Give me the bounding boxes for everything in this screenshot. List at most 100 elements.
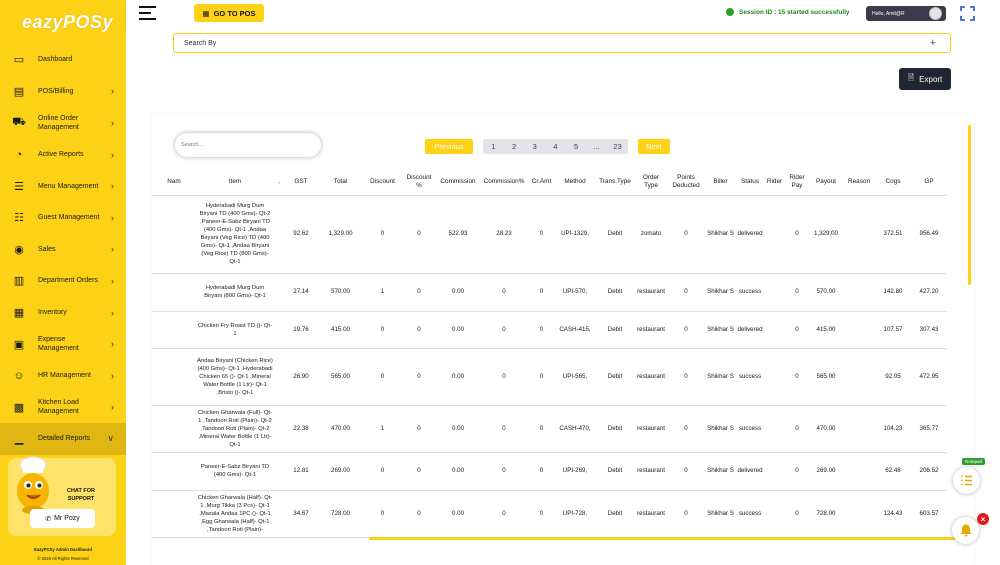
sidebar-item-department-orders[interactable]: ▥ Department Orders › bbox=[0, 265, 126, 297]
table-cell: 0.00 bbox=[436, 405, 480, 453]
table-cell: success bbox=[736, 273, 764, 312]
table-cell: 0 bbox=[667, 273, 705, 312]
table-cell: 0 bbox=[528, 195, 555, 274]
column-header[interactable]: Payout bbox=[809, 169, 843, 196]
column-header[interactable]: GST bbox=[284, 169, 318, 196]
previous-page-button[interactable]: Previous bbox=[425, 139, 473, 154]
table-cell: 0 bbox=[528, 490, 555, 538]
sidebar-item-hr-management[interactable]: ☺ HR Management › bbox=[0, 360, 126, 392]
session-text: Session ID : 15 started successfully bbox=[739, 8, 850, 16]
table-cell: 0 bbox=[402, 311, 436, 349]
table-cell: 0 bbox=[785, 311, 809, 349]
page-number-button[interactable]: 23 bbox=[607, 139, 628, 154]
column-header[interactable]: Points Deducted bbox=[667, 169, 705, 196]
table-cell: 1 bbox=[363, 405, 402, 453]
column-header[interactable]: Nam bbox=[152, 169, 196, 196]
table-cell: delivered bbox=[736, 195, 764, 274]
export-button[interactable]: 🗎 Export bbox=[899, 68, 951, 90]
sidebar-item-guest-management[interactable]: ☷ Guest Management › bbox=[0, 202, 126, 234]
column-header[interactable]: Cr.Amt bbox=[528, 169, 555, 196]
table-cell: 0 bbox=[402, 195, 436, 274]
sidebar-item-menu-management[interactable]: ☰ Menu Management › bbox=[0, 170, 126, 202]
page-number-button[interactable]: 5 bbox=[566, 139, 587, 154]
chevron-right-icon: › bbox=[111, 86, 114, 97]
table-cell: Shikhar S bbox=[705, 311, 736, 349]
close-icon[interactable]: × bbox=[977, 513, 989, 525]
table-row[interactable]: Hyderabadi Murg Dum Biryani TD (400 Gms)… bbox=[152, 195, 947, 274]
sidebar-item-inventory[interactable]: ▦ Inventory › bbox=[0, 297, 126, 329]
table-cell: 28.23 bbox=[480, 195, 528, 274]
sidebar-item-detailed-reports[interactable]: ▁ Detailed Reports ∨ bbox=[0, 423, 126, 455]
table-row[interactable]: Chicken Fry Roast TD ()- Qt-1 19.76 415.00… bbox=[152, 311, 947, 349]
column-header[interactable]: Cogs bbox=[875, 169, 911, 196]
go-to-pos-button[interactable]: ▦ GO TO POS bbox=[194, 4, 264, 22]
expand-plus-icon[interactable]: + bbox=[930, 37, 936, 49]
table-cell: Debit bbox=[595, 348, 635, 406]
chevron-right-icon: › bbox=[111, 212, 114, 223]
search-by-panel[interactable]: Search By + bbox=[173, 33, 951, 53]
page-number-button[interactable]: 4 bbox=[545, 139, 566, 154]
table-body: Hyderabadi Murg Dum Biryani TD (400 Gms)… bbox=[152, 195, 947, 538]
column-header[interactable]: Discount bbox=[363, 169, 402, 196]
table-row[interactable]: Chicken Gharwala (Half)- Qt-1 ,Murg Tikk… bbox=[152, 490, 947, 538]
table-cell: restaurant bbox=[635, 311, 667, 349]
sidebar-item-dashboard[interactable]: ▭ Dashboard bbox=[0, 44, 126, 76]
table-cell: 0 bbox=[667, 311, 705, 349]
fullscreen-icon[interactable] bbox=[960, 6, 975, 21]
table-cell bbox=[152, 452, 196, 491]
hamburger-menu-icon[interactable] bbox=[139, 6, 156, 20]
table-row[interactable]: Hyderabadi Murg Dum Biryani (800 Gms)- Q… bbox=[152, 273, 947, 312]
table-row[interactable]: Andaa Biryani (Chicken Rice) (400 Gms)- … bbox=[152, 348, 947, 406]
notepad-button[interactable] bbox=[953, 467, 980, 494]
next-page-button[interactable]: Next bbox=[637, 139, 670, 154]
chat-support-button[interactable]: ✆ Mr Pozy bbox=[30, 509, 95, 528]
table-cell bbox=[843, 490, 875, 538]
column-header[interactable]: Trans.Type bbox=[595, 169, 635, 196]
column-header[interactable]: , bbox=[274, 169, 284, 196]
table-cell: 570.00 bbox=[809, 273, 843, 312]
column-header[interactable]: Rider bbox=[764, 169, 785, 196]
go-to-pos-label: GO TO POS bbox=[213, 8, 256, 18]
horizontal-scrollbar[interactable] bbox=[369, 537, 961, 540]
sidebar-item-online-order-management[interactable]: ⛟ Online Order Management › bbox=[0, 107, 126, 139]
column-header[interactable]: Reason bbox=[843, 169, 875, 196]
table-cell: 0 bbox=[480, 311, 528, 349]
table-cell: Hyderabadi Murg Dum Biryani TD (400 Gms)… bbox=[196, 195, 274, 274]
table-cell bbox=[152, 348, 196, 406]
page-number-button[interactable]: 1 bbox=[483, 139, 504, 154]
column-header[interactable]: Method bbox=[555, 169, 595, 196]
table-cell: 0 bbox=[402, 490, 436, 538]
table-cell: CASH-415, bbox=[555, 311, 595, 349]
table-cell: 0 bbox=[480, 452, 528, 491]
column-header[interactable]: Item bbox=[196, 169, 274, 196]
column-header[interactable]: Commission bbox=[436, 169, 480, 196]
table-cell bbox=[764, 490, 785, 538]
column-header[interactable]: GP bbox=[911, 169, 947, 196]
column-header[interactable]: Biller bbox=[705, 169, 736, 196]
column-header[interactable]: Total bbox=[318, 169, 363, 196]
page-number-button[interactable]: 2 bbox=[504, 139, 525, 154]
table-cell: success bbox=[736, 490, 764, 538]
chevron-right-icon: › bbox=[111, 307, 114, 318]
table-cell: UPI-1329, bbox=[555, 195, 595, 274]
notification-button[interactable] bbox=[952, 517, 979, 544]
column-header[interactable]: Commission% bbox=[480, 169, 528, 196]
avatar[interactable] bbox=[929, 7, 942, 20]
sidebar-item-kitchen-load-management[interactable]: ▩ Kitchen Load Management › bbox=[0, 392, 126, 424]
sidebar-item-expense-management[interactable]: ▣ Expense Management › bbox=[0, 328, 126, 360]
column-header[interactable]: Rider Pay bbox=[785, 169, 809, 196]
table-cell: 0.00 bbox=[436, 490, 480, 538]
table-cell: Hyderabadi Murg Dum Biryani (800 Gms)- Q… bbox=[196, 273, 274, 312]
column-header[interactable]: Status bbox=[736, 169, 764, 196]
column-header[interactable]: Order Type bbox=[635, 169, 667, 196]
sidebar-item-pos-billing[interactable]: ▤ POS/Billing › bbox=[0, 76, 126, 108]
sidebar-item-active-reports[interactable]: ◔ Active Reports › bbox=[0, 139, 126, 171]
page-number-button[interactable]: 3 bbox=[524, 139, 545, 154]
sidebar-item-sales[interactable]: ◉ Sales › bbox=[0, 234, 126, 266]
table-cell: Shikhar S bbox=[705, 490, 736, 538]
table-row[interactable]: Paneer-E-Sabz Biryani TD (400 Gms)- Qt-1… bbox=[152, 452, 947, 491]
column-header[interactable]: Discount % bbox=[402, 169, 436, 196]
vertical-scrollbar[interactable] bbox=[968, 125, 971, 285]
table-search-input[interactable] bbox=[175, 133, 321, 157]
table-row[interactable]: Chicken Gharwala (Full)- Qt-1 ,Tandoori … bbox=[152, 405, 947, 453]
